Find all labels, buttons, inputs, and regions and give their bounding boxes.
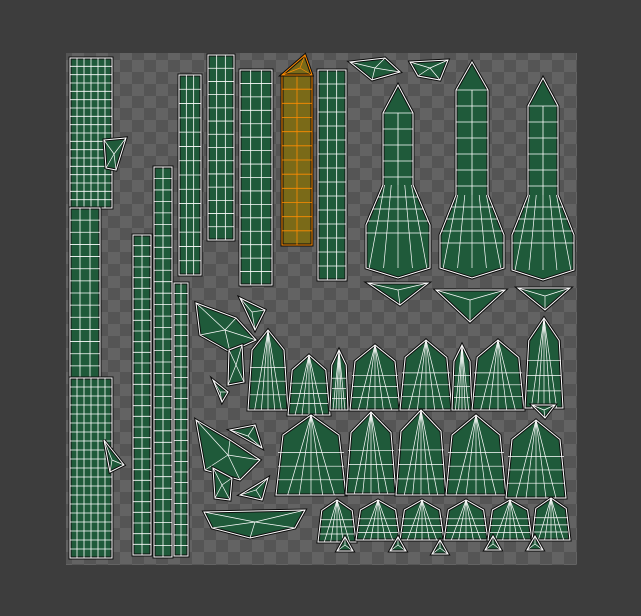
- uv-island-tall-left-strip-2[interactable]: [131, 233, 153, 557]
- uv-editor-viewport[interactable]: [0, 0, 641, 616]
- uv-island-column-3[interactable]: [238, 68, 274, 287]
- uv-island-column-2[interactable]: [206, 53, 236, 242]
- uv-island-column-selected[interactable]: [277, 52, 315, 247]
- uv-island-column-5[interactable]: [316, 68, 348, 282]
- uv-canvas[interactable]: [0, 0, 641, 616]
- uv-island-column-1[interactable]: [177, 73, 203, 277]
- island-face: [316, 68, 348, 282]
